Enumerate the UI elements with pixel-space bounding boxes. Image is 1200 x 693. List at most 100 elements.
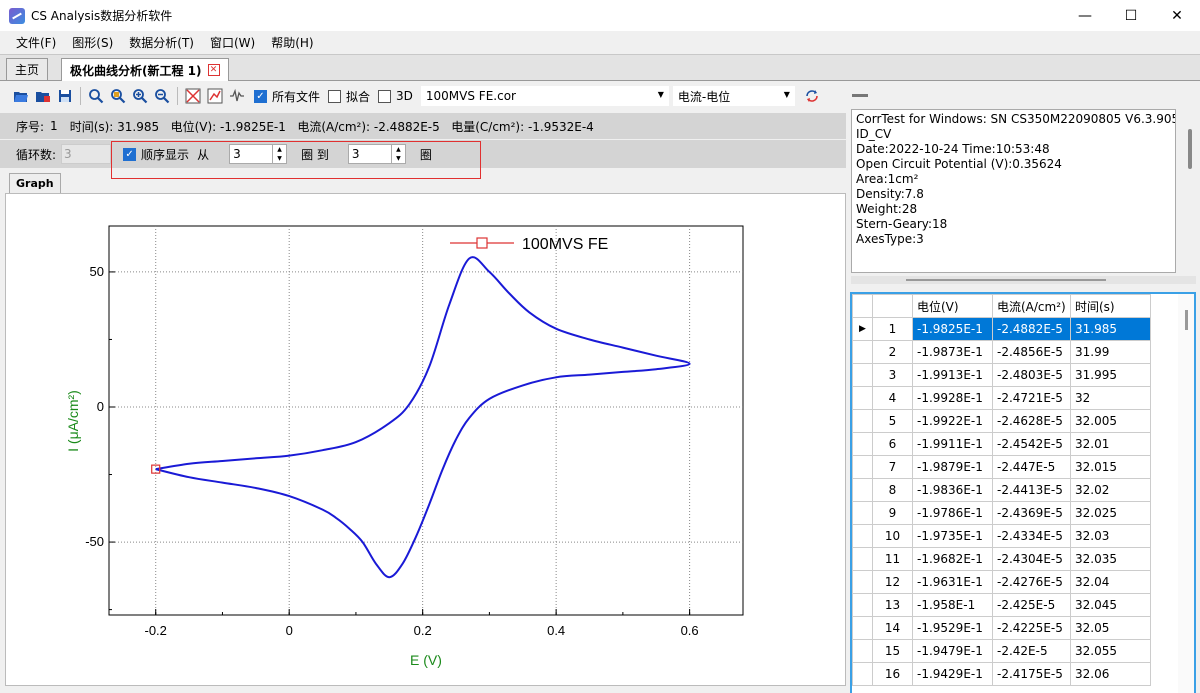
table-row[interactable]: 13 -1.958E-1 -2.425E-5 32.045 — [852, 593, 1151, 617]
file-select[interactable]: 100MVS FE.cor ▼ — [420, 86, 669, 106]
time-cell[interactable]: 32 — [1070, 386, 1151, 410]
table-row[interactable]: 5 -1.9922E-1 -2.4628E-5 32.005 — [852, 409, 1151, 433]
table-row[interactable]: 9 -1.9786E-1 -2.4369E-5 32.025 — [852, 501, 1151, 525]
time-cell[interactable]: 31.99 — [1070, 340, 1151, 364]
time-cell[interactable]: 32.06 — [1070, 662, 1151, 686]
table-row[interactable]: 6 -1.9911E-1 -2.4542E-5 32.01 — [852, 432, 1151, 456]
table-row[interactable]: 12 -1.9631E-1 -2.4276E-5 32.04 — [852, 570, 1151, 594]
all-files-checkbox[interactable]: ✓ 所有文件 — [254, 88, 320, 105]
table-row[interactable]: 16 -1.9429E-1 -2.4175E-5 32.06 — [852, 662, 1151, 686]
current-cell[interactable]: -2.4304E-5 — [992, 547, 1071, 571]
potential-cell[interactable]: -1.9911E-1 — [912, 432, 993, 456]
time-cell[interactable]: 32.005 — [1070, 409, 1151, 433]
current-cell[interactable]: -2.4276E-5 — [992, 570, 1071, 594]
potential-cell[interactable]: -1.9825E-1 — [912, 317, 993, 341]
current-cell[interactable]: -2.4175E-5 — [992, 662, 1071, 686]
potential-cell[interactable]: -1.9682E-1 — [912, 547, 993, 571]
current-cell[interactable]: -2.425E-5 — [992, 593, 1071, 617]
current-cell[interactable]: -2.4721E-5 — [992, 386, 1071, 410]
menu-file[interactable]: 文件(F) — [8, 34, 64, 51]
info-scrollbar[interactable] — [1182, 109, 1198, 273]
row-index-cell[interactable]: 3 — [872, 363, 913, 387]
table-row[interactable]: 4 -1.9928E-1 -2.4721E-5 32 — [852, 386, 1151, 410]
current-cell[interactable]: -2.4334E-5 — [992, 524, 1071, 548]
zoom-out-icon[interactable] — [151, 85, 173, 107]
potential-cell[interactable]: -1.9529E-1 — [912, 616, 993, 640]
table-row[interactable]: 10 -1.9735E-1 -2.4334E-5 32.03 — [852, 524, 1151, 548]
edit-chart-icon[interactable] — [204, 85, 226, 107]
potential-cell[interactable]: -1.9922E-1 — [912, 409, 993, 433]
table-row[interactable]: 11 -1.9682E-1 -2.4304E-5 32.035 — [852, 547, 1151, 571]
potential-cell[interactable]: -1.9836E-1 — [912, 478, 993, 502]
time-cell[interactable]: 32.015 — [1070, 455, 1151, 479]
potential-cell[interactable]: -1.9873E-1 — [912, 340, 993, 364]
refresh-icon[interactable] — [801, 85, 823, 107]
horizontal-splitter[interactable] — [851, 276, 1196, 284]
clear-chart-icon[interactable] — [182, 85, 204, 107]
cv-chart[interactable]: -0.2 0 0.2 0.4 0.6 -50 0 50 100MVS FE E (V) I … — [6, 194, 847, 687]
potential-cell[interactable]: -1.958E-1 — [912, 593, 993, 617]
row-index-cell[interactable]: 16 — [872, 662, 913, 686]
potential-cell[interactable]: -1.9735E-1 — [912, 524, 993, 548]
potential-cell[interactable]: -1.9928E-1 — [912, 386, 993, 410]
table-scrollbar[interactable] — [1178, 294, 1194, 693]
potential-cell[interactable]: -1.9913E-1 — [912, 363, 993, 387]
time-cell[interactable]: 32.01 — [1070, 432, 1151, 456]
zoom-in-icon[interactable] — [129, 85, 151, 107]
current-cell[interactable]: -2.447E-5 — [992, 455, 1071, 479]
zoom-area-icon[interactable] — [107, 85, 129, 107]
time-cell[interactable]: 32.045 — [1070, 593, 1151, 617]
current-cell[interactable]: -2.42E-5 — [992, 639, 1071, 663]
tab-polarization[interactable]: 极化曲线分析(新工程 1) ✕ — [61, 58, 229, 81]
table-row[interactable]: 8 -1.9836E-1 -2.4413E-5 32.02 — [852, 478, 1151, 502]
row-index-cell[interactable]: 4 — [872, 386, 913, 410]
row-index-cell[interactable]: 15 — [872, 639, 913, 663]
time-cell[interactable]: 32.02 — [1070, 478, 1151, 502]
time-cell[interactable]: 32.035 — [1070, 547, 1151, 571]
mode-select[interactable]: 电流-电位 ▼ — [672, 86, 795, 106]
menu-window[interactable]: 窗口(W) — [202, 34, 263, 51]
table-row[interactable]: 14 -1.9529E-1 -2.4225E-5 32.05 — [852, 616, 1151, 640]
row-index-cell[interactable]: 10 — [872, 524, 913, 548]
current-cell[interactable]: -2.4225E-5 — [992, 616, 1071, 640]
current-cell[interactable]: -2.4628E-5 — [992, 409, 1071, 433]
maximize-button[interactable]: ☐ — [1108, 0, 1154, 31]
scrollbar-thumb[interactable] — [1185, 310, 1188, 330]
row-index-cell[interactable]: 7 — [872, 455, 913, 479]
time-cell[interactable]: 31.995 — [1070, 363, 1151, 387]
potential-cell[interactable]: -1.9479E-1 — [912, 639, 993, 663]
current-cell[interactable]: -2.4882E-5 — [992, 317, 1071, 341]
time-cell[interactable]: 32.025 — [1070, 501, 1151, 525]
potential-cell[interactable]: -1.9879E-1 — [912, 455, 993, 479]
menu-help[interactable]: 帮助(H) — [263, 34, 321, 51]
waveform-icon[interactable] — [226, 85, 248, 107]
table-row[interactable]: 15 -1.9479E-1 -2.42E-5 32.055 — [852, 639, 1151, 663]
time-cell[interactable]: 32.04 — [1070, 570, 1151, 594]
minimize-button[interactable]: — — [1062, 0, 1108, 31]
save-icon[interactable] — [54, 85, 76, 107]
current-cell[interactable]: -2.4856E-5 — [992, 340, 1071, 364]
row-index-cell[interactable]: 11 — [872, 547, 913, 571]
tab-graph[interactable]: Graph — [9, 173, 61, 193]
table-row[interactable]: 3 -1.9913E-1 -2.4803E-5 31.995 — [852, 363, 1151, 387]
zoom-fit-icon[interactable] — [85, 85, 107, 107]
row-index-cell[interactable]: 9 — [872, 501, 913, 525]
row-index-cell[interactable]: 6 — [872, 432, 913, 456]
header-current[interactable]: 电流(A/cm²) — [992, 294, 1071, 318]
open-file-icon[interactable] — [32, 85, 54, 107]
tab-home[interactable]: 主页 — [6, 58, 49, 80]
table-row[interactable]: 7 -1.9879E-1 -2.447E-5 32.015 — [852, 455, 1151, 479]
close-button[interactable]: ✕ — [1154, 0, 1200, 31]
potential-cell[interactable]: -1.9786E-1 — [912, 501, 993, 525]
current-cell[interactable]: -2.4542E-5 — [992, 432, 1071, 456]
current-cell[interactable]: -2.4413E-5 — [992, 478, 1071, 502]
cycle-count-field[interactable]: 3 — [61, 144, 112, 164]
row-index-cell[interactable]: 14 — [872, 616, 913, 640]
row-index-cell[interactable]: 5 — [872, 409, 913, 433]
potential-cell[interactable]: -1.9631E-1 — [912, 570, 993, 594]
row-index-cell[interactable]: 13 — [872, 593, 913, 617]
menu-data-analysis[interactable]: 数据分析(T) — [121, 34, 202, 51]
threed-checkbox[interactable]: 3D — [378, 89, 413, 103]
table-row[interactable]: ▶ 1 -1.9825E-1 -2.4882E-5 31.985 — [852, 317, 1151, 341]
row-index-cell[interactable]: 8 — [872, 478, 913, 502]
